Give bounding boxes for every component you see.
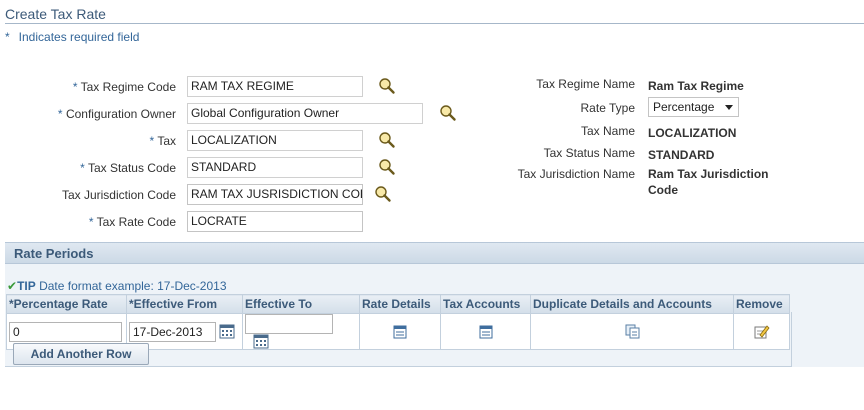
- required-note-text: Indicates required field: [18, 30, 140, 44]
- page-title: Create Tax Rate: [5, 6, 106, 22]
- search-icon[interactable]: [378, 77, 396, 95]
- calendar-icon[interactable]: [253, 334, 269, 349]
- table-header-row: *Percentage Rate *Effective From Effecti…: [6, 294, 790, 314]
- rate-periods-table: *Percentage Rate *Effective From Effecti…: [6, 294, 790, 351]
- rate-type-value: Percentage: [653, 100, 715, 114]
- tax-regime-code-label: * Tax Regime Code: [72, 80, 176, 94]
- col-tax-accounts: Tax Accounts: [440, 294, 531, 314]
- tax-accounts-icon[interactable]: [479, 325, 493, 339]
- tax-name-value: LOCALIZATION: [648, 126, 737, 140]
- tax-label: * Tax: [149, 134, 176, 148]
- tax-regime-code-field[interactable]: RAM TAX REGIME: [187, 76, 363, 97]
- tax-status-code-label: * Tax Status Code: [80, 161, 176, 175]
- col-percentage-rate: *Percentage Rate: [6, 294, 127, 314]
- rate-periods-title: Rate Periods: [14, 246, 94, 261]
- chevron-down-icon: [725, 105, 733, 110]
- tip-label: TIP: [17, 279, 36, 293]
- search-icon[interactable]: [378, 131, 396, 149]
- search-icon[interactable]: [374, 185, 392, 203]
- title-divider: [5, 23, 864, 24]
- add-another-row-button[interactable]: Add Another Row: [13, 343, 149, 365]
- tax-name-label: Tax Name: [580, 124, 635, 138]
- tax-regime-name-label: Tax Regime Name: [536, 77, 635, 91]
- rate-periods-header: [5, 242, 864, 264]
- check-icon: ✔: [7, 279, 18, 293]
- tax-jurisdiction-code-field[interactable]: RAM TAX JUSRISDICTION COD: [187, 184, 363, 205]
- remove-icon[interactable]: [754, 324, 770, 339]
- col-rate-details: Rate Details: [359, 294, 441, 314]
- tax-status-name-label: Tax Status Name: [543, 146, 635, 160]
- tax-status-code-field[interactable]: STANDARD: [187, 157, 363, 178]
- tax-jurisdiction-name-value: Ram Tax Jurisdiction Code: [648, 167, 769, 197]
- details-icon[interactable]: [393, 325, 407, 339]
- tip-text: Date format example: 17-Dec-2013: [39, 279, 227, 293]
- tax-jurisdiction-name-label: Tax Jurisdiction Name: [517, 167, 635, 181]
- tax-field[interactable]: LOCALIZATION: [187, 130, 363, 151]
- required-star: *: [5, 30, 10, 44]
- section-bottom-border: [5, 366, 792, 367]
- percentage-rate-input[interactable]: 0: [9, 321, 122, 342]
- effective-from-input[interactable]: 17-Dec-2013: [129, 321, 216, 342]
- search-icon[interactable]: [378, 158, 396, 176]
- col-duplicate: Duplicate Details and Accounts: [530, 294, 734, 314]
- required-note: * Indicates required field: [5, 30, 139, 44]
- configuration-owner-label: * Configuration Owner: [57, 107, 176, 121]
- col-effective-to: Effective To: [242, 294, 360, 314]
- rate-type-label: Rate Type: [580, 101, 635, 115]
- tip-note: ✔TIP Date format example: 17-Dec-2013: [7, 279, 227, 293]
- tax-rate-code-field[interactable]: LOCRATE: [187, 211, 363, 232]
- duplicate-icon[interactable]: [625, 324, 640, 339]
- tax-regime-name-value: Ram Tax Regime: [648, 79, 744, 93]
- search-icon[interactable]: [439, 104, 457, 122]
- col-remove: Remove: [733, 294, 790, 314]
- section-right-border: [791, 312, 792, 367]
- col-effective-from: *Effective From: [126, 294, 243, 314]
- tax-jurisdiction-code-label: Tax Jurisdiction Code: [61, 188, 176, 202]
- calendar-icon[interactable]: [219, 324, 235, 339]
- effective-to-input[interactable]: [245, 314, 333, 334]
- tax-status-name-value: STANDARD: [648, 148, 715, 162]
- rate-type-select[interactable]: Percentage: [648, 97, 739, 117]
- tax-rate-code-label: * Tax Rate Code: [88, 215, 176, 229]
- configuration-owner-field[interactable]: Global Configuration Owner: [187, 103, 423, 124]
